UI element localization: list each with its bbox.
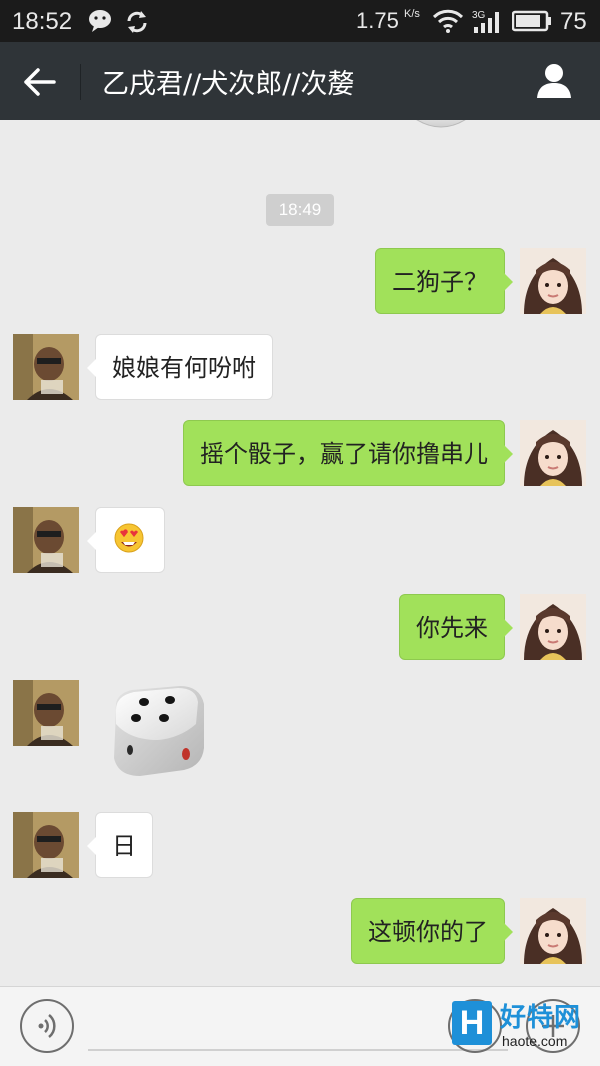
input-bar: H 好特网 haote.com <box>0 986 600 1066</box>
network-speed: 1.75 <box>356 8 399 33</box>
voice-button[interactable] <box>20 999 74 1053</box>
watermark-url: haote.com <box>502 1033 568 1049</box>
chat-area[interactable]: 18:49 二狗子？ 娘娘有何吩咐 摇个骰子，赢了请你撸串儿 你先来 日 这顿你… <box>0 120 600 986</box>
title-divider <box>80 64 81 100</box>
network-speed-unit: K/s <box>404 8 420 20</box>
status-bar: 18:52 1.75 K/s 3G 75 <box>0 0 600 42</box>
avatar-me[interactable] <box>520 594 586 660</box>
message-bubble-received[interactable]: 娘娘有何吩咐 <box>87 334 273 400</box>
dice-icon[interactable] <box>106 680 210 780</box>
heart-eyes-emoji-icon <box>114 523 144 553</box>
watermark-logo: H <box>452 1001 492 1045</box>
message-timestamp: 18:49 <box>266 194 334 226</box>
back-arrow-icon[interactable] <box>18 62 62 102</box>
message-bubble-sent[interactable]: 二狗子？ <box>375 248 513 314</box>
status-time: 18:52 <box>12 8 73 35</box>
avatar-me[interactable] <box>520 898 586 964</box>
message-bubble-sent[interactable]: 摇个骰子，赢了请你撸串儿 <box>183 420 513 486</box>
chat-header: 乙戌君//犬次郎//次嫠 <box>0 42 600 120</box>
person-icon[interactable] <box>536 62 572 98</box>
sync-icon <box>127 11 147 33</box>
avatar-me[interactable] <box>520 420 586 486</box>
chat-title: 乙戌君//犬次郎//次嫠 <box>102 69 355 100</box>
wechat-icon <box>89 10 111 32</box>
watermark-name: 好特网 <box>500 1003 582 1033</box>
avatar-them[interactable] <box>13 507 79 573</box>
avatar-them[interactable] <box>13 680 79 746</box>
message-bubble-sent[interactable]: 你先来 <box>399 594 513 660</box>
voice-icon <box>38 1014 56 1038</box>
message-input[interactable] <box>88 995 508 1051</box>
wifi-icon <box>432 9 464 33</box>
watermark: H 好特网 haote.com <box>452 999 594 1059</box>
battery-level: 75 <box>560 8 587 35</box>
network-type-label: 3G <box>472 10 486 21</box>
battery-icon <box>512 10 551 32</box>
message-bubble-received-emoji[interactable] <box>87 507 165 573</box>
avatar-them[interactable] <box>13 334 79 400</box>
signal-icon: 3G <box>472 10 499 33</box>
message-bubble-received[interactable]: 日 <box>87 812 153 878</box>
avatar-them[interactable] <box>13 812 79 878</box>
message-bubble-sent[interactable]: 这顿你的了 <box>351 898 513 964</box>
dice-icon <box>416 120 466 128</box>
avatar-me[interactable] <box>520 248 586 314</box>
